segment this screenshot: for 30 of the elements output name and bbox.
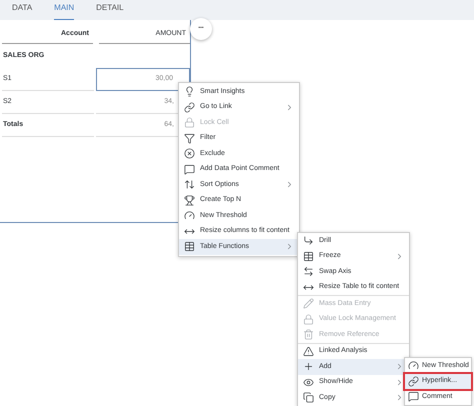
link-icon [184, 102, 195, 113]
pencil-icon [303, 298, 314, 310]
eye-icon [303, 376, 314, 388]
tab[interactable]: DATA [12, 2, 32, 20]
circle-x-icon [184, 148, 195, 160]
link-icon [408, 376, 419, 387]
comment-icon [184, 164, 195, 175]
filter-icon [184, 132, 195, 144]
chevron-icon [285, 102, 294, 112]
triangle-icon [303, 346, 314, 357]
plus-icon [303, 361, 314, 372]
sort-icon [184, 179, 195, 190]
tab[interactable]: MAIN [54, 2, 74, 20]
table-icon [184, 241, 195, 252]
lock-icon [303, 314, 314, 325]
gauge-icon [184, 210, 195, 222]
tab[interactable]: DETAIL [96, 2, 124, 20]
table-icon [303, 250, 314, 262]
swap-icon [303, 266, 314, 278]
comment-icon [408, 391, 419, 402]
gauge-icon [408, 360, 419, 372]
chevron-icon [285, 242, 294, 252]
lock-icon [184, 117, 195, 128]
lightbulb-icon [184, 86, 195, 98]
copy-icon [303, 392, 314, 404]
chevron-icon [395, 252, 404, 261]
trophy-icon [184, 194, 195, 206]
trash-icon [303, 329, 314, 340]
arrow-icon [303, 235, 314, 246]
chevron-icon [285, 180, 294, 190]
